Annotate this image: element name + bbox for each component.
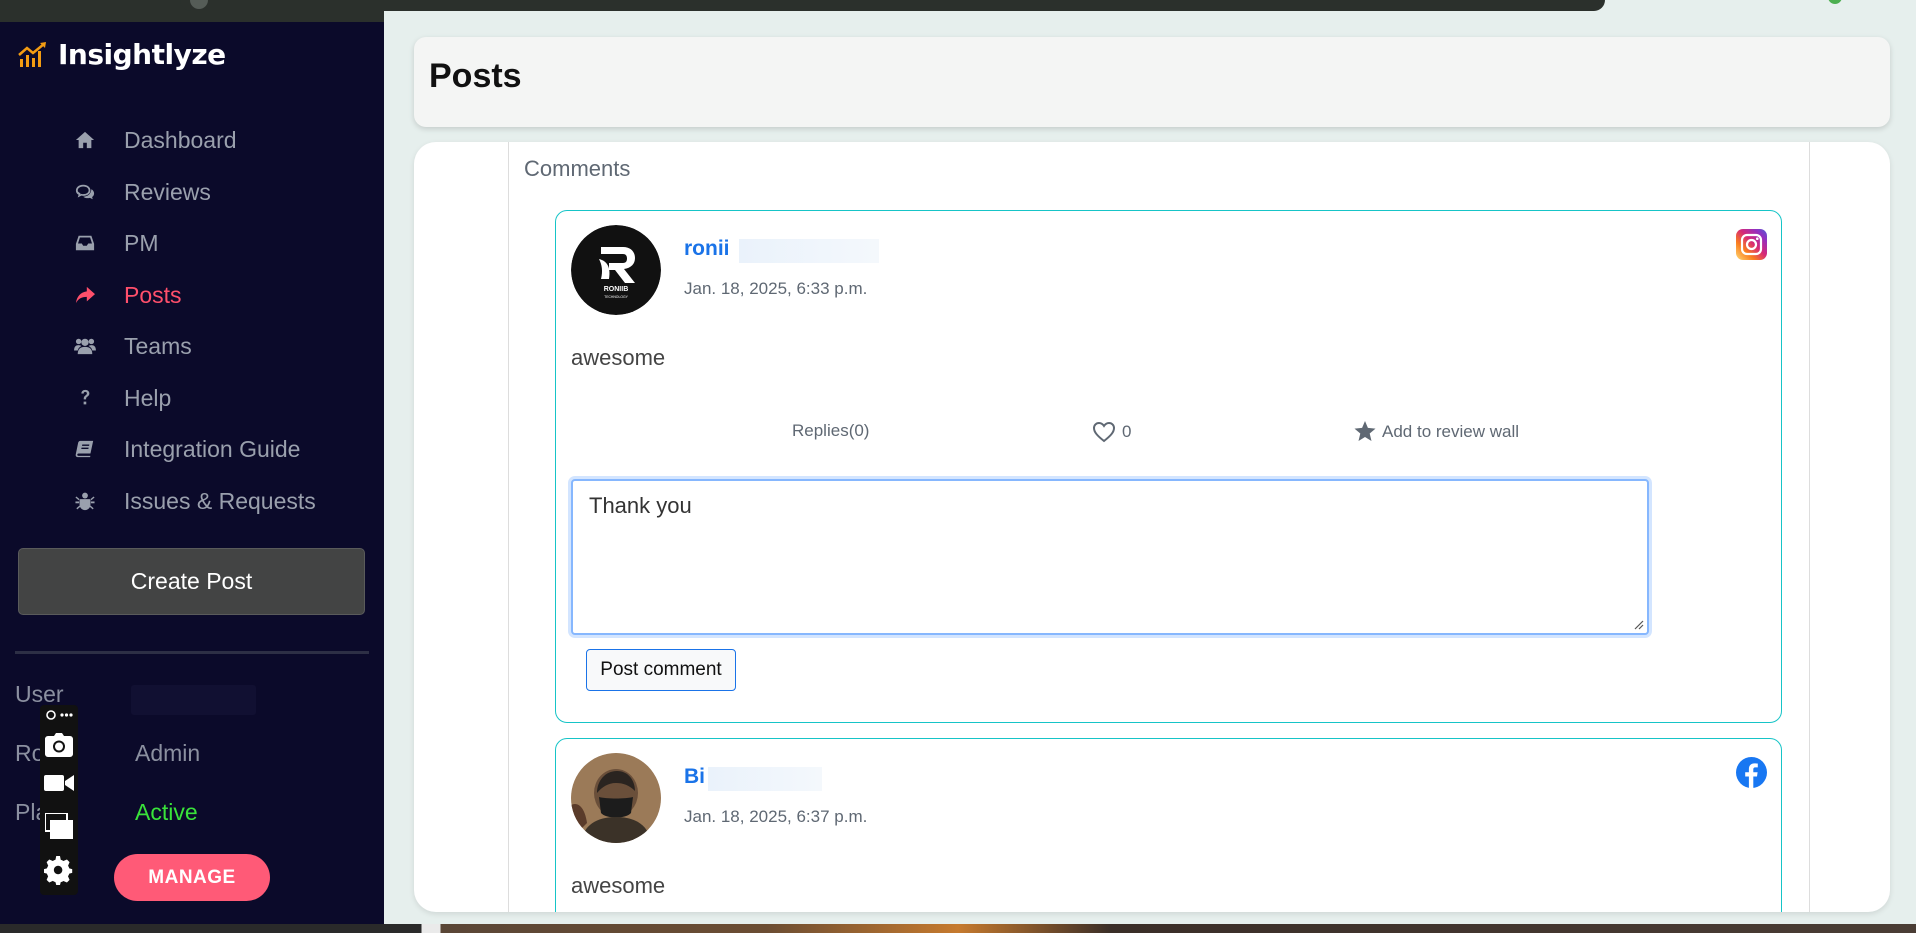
sidebar-item-pm[interactable]: PM xyxy=(72,225,159,261)
add-to-review-wall-button[interactable]: Add to review wall xyxy=(1354,421,1519,442)
review-wall-label: Add to review wall xyxy=(1382,421,1520,441)
sidebar-item-label: Integration Guide xyxy=(124,435,301,462)
role-value: Admin xyxy=(135,740,201,766)
sidebar-item-label: Issues & Requests xyxy=(124,487,316,514)
comment-text: awesome xyxy=(571,345,666,370)
home-icon xyxy=(72,129,98,151)
sidebar-item-label: Dashboard xyxy=(124,126,237,153)
resize-handle-icon[interactable] xyxy=(1634,620,1644,630)
comments-heading: Comments xyxy=(524,156,631,181)
users-icon xyxy=(72,335,98,357)
comment-card: Bi Jan. 18, 2025, 6:37 p.m. awesome xyxy=(555,738,1782,912)
camera-icon[interactable] xyxy=(40,733,78,757)
chart-logo-icon xyxy=(18,41,46,67)
avatar[interactable] xyxy=(571,753,661,843)
toolbar-menu-icon[interactable] xyxy=(40,709,78,721)
comment-date: Jan. 18, 2025, 6:33 p.m. xyxy=(684,279,868,298)
avatar-text: RONIIB xyxy=(604,286,629,293)
facebook-icon[interactable] xyxy=(1736,757,1767,788)
reply-textarea[interactable]: Thank you xyxy=(571,479,1649,635)
sidebar-item-label: Reviews xyxy=(124,178,211,205)
comment-text: awesome xyxy=(571,873,666,898)
heart-icon xyxy=(1092,421,1116,443)
sidebar-item-posts[interactable]: Posts xyxy=(72,277,182,313)
browser-status-icon xyxy=(1828,0,1842,4)
gear-icon[interactable] xyxy=(40,855,78,885)
floating-capture-toolbar xyxy=(40,705,78,895)
sidebar-item-label: PM xyxy=(124,229,159,256)
avatar-subtext: TECHNOLOGY xyxy=(604,295,628,299)
comment-username[interactable]: Bi xyxy=(684,765,705,789)
user-label: User xyxy=(15,681,64,707)
like-button[interactable]: 0 xyxy=(1092,421,1131,443)
sidebar-item-label: Posts xyxy=(124,281,182,308)
post-detail: Comments RONIIB TECHNOLOGY ronii Jan. 18… xyxy=(508,142,1810,912)
page-header: Posts xyxy=(414,37,1890,127)
like-count: 0 xyxy=(1122,422,1132,441)
replies-label: Replies(0) xyxy=(792,421,870,440)
inbox-icon xyxy=(72,232,98,254)
comment-card: RONIIB TECHNOLOGY ronii Jan. 18, 2025, 6… xyxy=(555,210,1782,723)
replies-link[interactable]: Replies(0) xyxy=(792,421,869,441)
comment-date: Jan. 18, 2025, 6:37 p.m. xyxy=(684,807,868,826)
post-panel: Comments RONIIB TECHNOLOGY ronii Jan. 18… xyxy=(414,142,1890,912)
comments-icon xyxy=(72,181,98,203)
page-title: Posts xyxy=(429,57,522,95)
windows-icon[interactable] xyxy=(40,813,78,839)
sidebar-item-reviews[interactable]: Reviews xyxy=(72,174,211,210)
bug-icon xyxy=(72,490,98,512)
browser-address-bar[interactable] xyxy=(180,0,1605,11)
sidebar-divider xyxy=(15,651,369,654)
username-redacted xyxy=(739,239,879,263)
video-camera-icon[interactable] xyxy=(40,773,78,793)
comment-username[interactable]: ronii xyxy=(684,237,730,261)
brand-name: Insightlyze xyxy=(58,38,226,71)
avatar[interactable]: RONIIB TECHNOLOGY xyxy=(571,225,661,315)
sidebar-item-teams[interactable]: Teams xyxy=(72,328,192,364)
sidebar-item-issues-requests[interactable]: Issues & Requests xyxy=(72,483,316,519)
create-post-button[interactable]: Create Post xyxy=(18,548,365,615)
brand[interactable]: Insightlyze xyxy=(18,38,226,71)
question-icon xyxy=(72,387,98,409)
manage-button[interactable]: MANAGE xyxy=(114,854,270,901)
sidebar-item-integration-guide[interactable]: Integration Guide xyxy=(72,431,300,467)
book-icon xyxy=(72,438,98,460)
sidebar-item-label: Help xyxy=(124,384,172,411)
username-redacted xyxy=(708,767,822,791)
user-name-redacted xyxy=(131,685,256,715)
sidebar-item-label: Teams xyxy=(124,332,192,359)
share-icon xyxy=(72,284,98,306)
plan-status: Active xyxy=(135,799,198,825)
instagram-icon[interactable] xyxy=(1736,229,1767,260)
sidebar-item-dashboard[interactable]: Dashboard xyxy=(72,122,237,158)
star-icon xyxy=(1354,421,1376,441)
post-comment-button[interactable]: Post comment xyxy=(586,649,736,691)
browser-top-strip xyxy=(0,0,1916,22)
sidebar-item-help[interactable]: Help xyxy=(72,380,171,416)
reply-text: Thank you xyxy=(589,493,692,518)
taskbar-strip xyxy=(0,924,1916,933)
